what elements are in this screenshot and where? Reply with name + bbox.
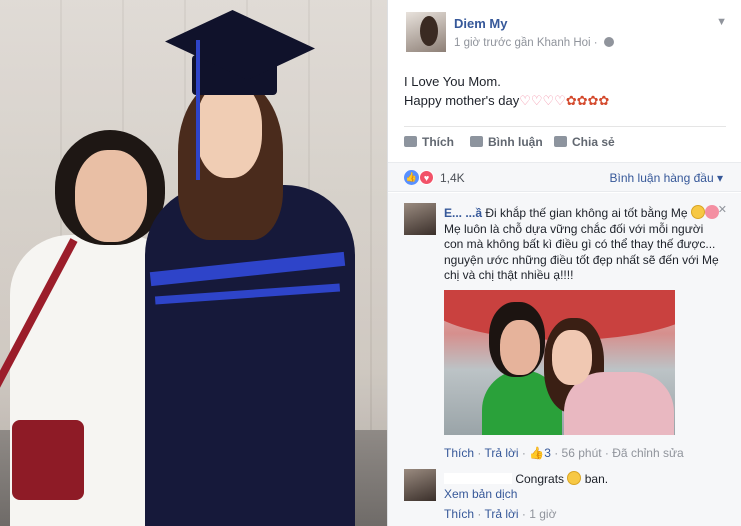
like-reaction-icon[interactable]: 👍	[404, 170, 419, 185]
comment-photo[interactable]	[444, 290, 675, 435]
like-button[interactable]: Thích	[404, 135, 454, 149]
chevron-down-icon: ▾	[716, 171, 723, 185]
flower-icon: ✿✿✿✿	[565, 93, 610, 108]
grin-emoji-icon	[567, 471, 582, 485]
post-meta: 1 giờ trước gần Khanh Hoi ·	[454, 37, 614, 49]
avatar[interactable]	[404, 203, 436, 235]
avatar[interactable]	[406, 12, 446, 52]
comment-like-link[interactable]: Thích	[444, 446, 474, 460]
author-name[interactable]: Diem My	[454, 16, 507, 31]
love-reaction-icon[interactable]: ♥	[419, 170, 434, 185]
comment-sort-dropdown[interactable]: Bình luận hàng đầu ▾	[610, 171, 723, 185]
comment-text: Congrats ban.	[444, 471, 724, 488]
heart-emoji-icon	[704, 205, 719, 219]
post-text: I Love You Mom. Happy mother's day♡♡♡♡✿✿…	[404, 72, 724, 110]
comment-timestamp[interactable]: 1 giờ	[529, 507, 556, 521]
see-translation-link[interactable]: Xem bản dịch	[444, 487, 517, 503]
comment-author[interactable]	[444, 473, 512, 484]
globe-icon	[603, 37, 614, 47]
comment-author[interactable]: E... ...ầ	[444, 206, 482, 220]
post-text-line1: I Love You Mom.	[404, 74, 501, 89]
share-button[interactable]: Chia sẻ	[554, 135, 615, 149]
comment-actions: Thích · Trả lời · 1 giờ	[444, 507, 557, 521]
post-action-bar: Thích Bình luận Chia sẻ	[404, 126, 726, 156]
avatar[interactable]	[404, 469, 436, 501]
post-timestamp[interactable]: 1 giờ trước gần Khanh Hoi ·	[454, 37, 598, 49]
smile-emoji-icon	[690, 205, 705, 219]
thumb-up-icon	[404, 136, 417, 147]
comment-reply-link[interactable]: Trả lời	[484, 446, 518, 460]
thumb-up-icon: 👍	[529, 446, 545, 460]
comment-text: E... ...ầ Đi khắp thế gian không ai tốt …	[444, 205, 719, 282]
reactions-bar: 👍 ♥ 1,4K Bình luận hàng đầu ▾	[388, 162, 741, 192]
comment-actions: Thích · Trả lời · 👍3 · 56 phút · Đã chỉn…	[444, 446, 684, 460]
comment-like-link[interactable]: Thích	[444, 507, 474, 521]
comment-button[interactable]: Bình luận	[470, 135, 543, 149]
post-photo[interactable]	[0, 0, 387, 526]
comment-edited-label[interactable]: Đã chỉnh sửa	[612, 446, 683, 460]
post-text-line2: Happy mother's day	[404, 93, 520, 108]
comments-section: ✕ E... ...ầ Đi khắp thế gian không ai tố…	[388, 193, 741, 526]
comment-reply-link[interactable]: Trả lời	[484, 507, 518, 521]
post-header: Diem My 1 giờ trước gần Khanh Hoi ·	[406, 12, 726, 56]
post-panel: ▼ Diem My 1 giờ trước gần Khanh Hoi · I …	[387, 0, 741, 526]
comment-icon	[470, 136, 483, 147]
comment-like-count[interactable]: 3	[544, 446, 551, 460]
share-icon	[554, 136, 567, 147]
reaction-count[interactable]: 1,4K	[440, 171, 465, 185]
comment-timestamp[interactable]: 56 phút	[562, 446, 602, 460]
heart-icon: ♡♡♡♡	[519, 93, 566, 108]
